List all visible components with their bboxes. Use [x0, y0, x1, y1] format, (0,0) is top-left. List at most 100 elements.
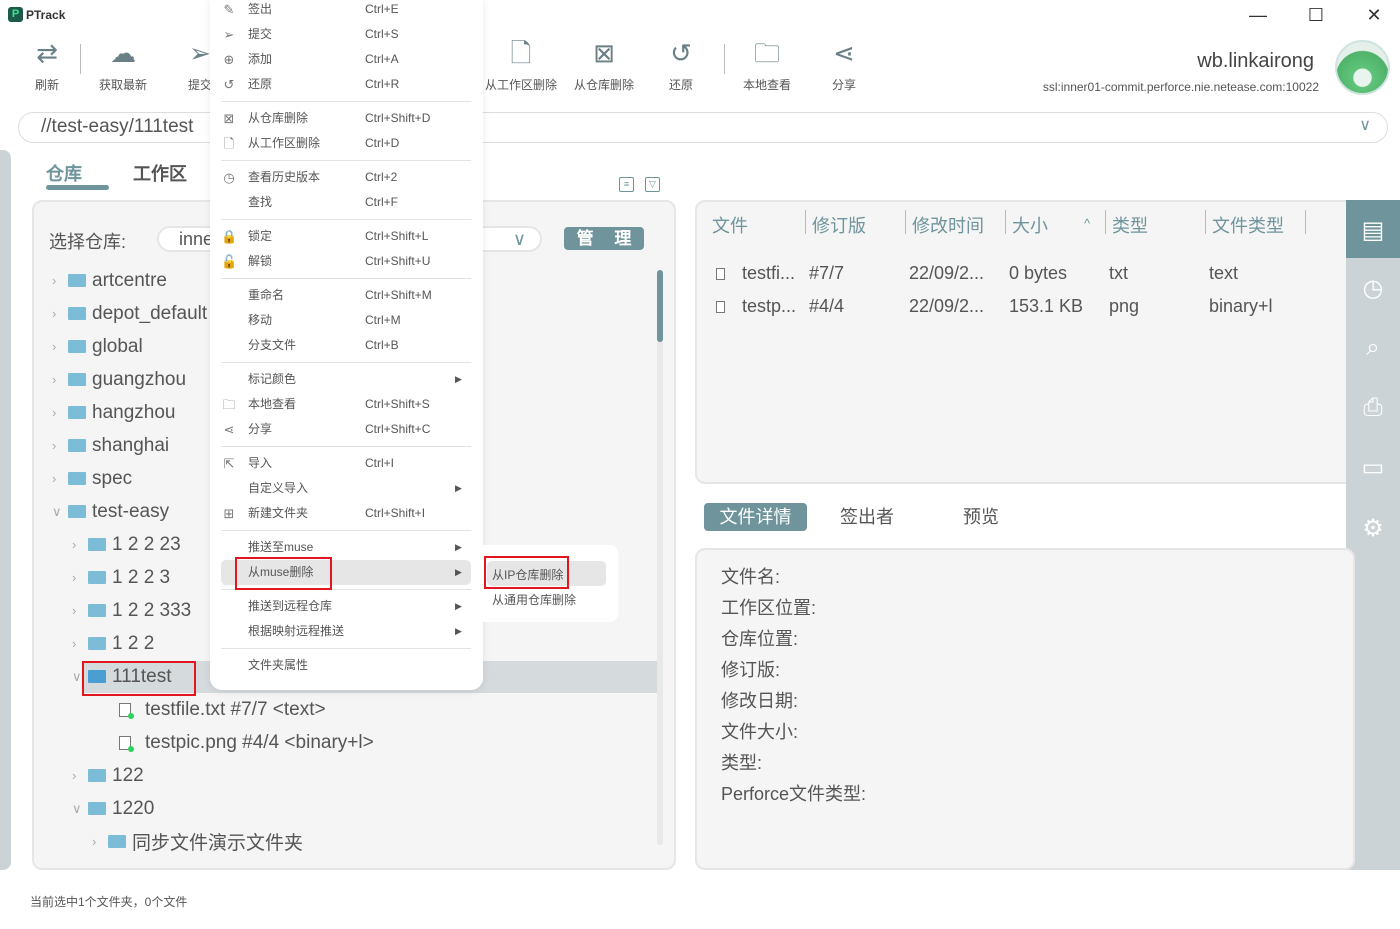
history-icon[interactable]: ◷	[1346, 274, 1400, 303]
menu-item[interactable]: ↺ 还原 Ctrl+R	[210, 72, 483, 97]
maximize-button[interactable]: ☐	[1304, 4, 1328, 26]
column-header[interactable]: 文件	[712, 212, 748, 238]
tree-row[interactable]: › global	[52, 330, 143, 363]
tree-row[interactable]: › hangzhou	[52, 396, 175, 429]
menu-item[interactable]: ⊠ 从仓库删除 Ctrl+Shift+D	[210, 106, 483, 131]
menu-item[interactable]: ➢ 提交 Ctrl+S	[210, 22, 483, 47]
close-button[interactable]: ✕	[1362, 4, 1386, 26]
tree-row[interactable]: ∨ test-easy	[52, 495, 169, 528]
menu-item[interactable]: ⊕ 添加 Ctrl+A	[210, 47, 483, 72]
settings-icon[interactable]: ⚙	[1346, 514, 1400, 543]
menu-item[interactable]: 🗋 从工作区删除 Ctrl+D	[210, 131, 483, 156]
column-header[interactable]: 文件类型	[1212, 212, 1284, 238]
table-cell[interactable]: png	[1109, 296, 1139, 317]
table-cell[interactable]: testp...	[742, 296, 796, 317]
chevron-down-icon[interactable]: ∨	[1359, 115, 1371, 135]
column-header[interactable]: 修改时间	[912, 212, 984, 238]
search-icon[interactable]: ⌕	[1346, 334, 1400, 362]
list-view-icon[interactable]: ≡	[619, 177, 634, 192]
chevron-right-icon[interactable]: ›	[72, 768, 88, 783]
table-cell[interactable]: text	[1209, 263, 1238, 284]
table-cell[interactable]: 22/09/2...	[909, 263, 984, 284]
menu-item[interactable]: 根据映射远程推送 ▶	[210, 619, 483, 644]
chevron-right-icon[interactable]: ›	[52, 471, 68, 486]
chevron-right-icon[interactable]: ›	[72, 570, 88, 585]
filter-icon[interactable]: ▽	[645, 177, 660, 192]
table-cell[interactable]: txt	[1109, 263, 1128, 284]
toolbar-button[interactable]: ⇄ 刷新	[8, 36, 86, 93]
table-cell[interactable]: 153.1 KB	[1009, 296, 1083, 317]
chevron-down-icon[interactable]: ∨	[72, 801, 88, 817]
menu-item[interactable]: 重命名 Ctrl+Shift+M	[210, 283, 483, 308]
menu-item[interactable]: ⇱ 导入 Ctrl+I	[210, 451, 483, 476]
tree-row[interactable]: › depot_default	[52, 297, 207, 330]
toolbar-button[interactable]: 🗀 本地查看	[728, 36, 806, 93]
column-divider[interactable]	[805, 210, 806, 234]
menu-item[interactable]: 🔒 锁定 Ctrl+Shift+L	[210, 224, 483, 249]
chevron-right-icon[interactable]: ›	[72, 537, 88, 552]
tree-row[interactable]: › guangzhou	[52, 363, 186, 396]
column-header[interactable]: 大小	[1012, 212, 1048, 238]
avatar[interactable]	[1335, 40, 1390, 95]
menu-item[interactable]: 🔓 解锁 Ctrl+Shift+U	[210, 249, 483, 274]
table-cell[interactable]: #4/4	[809, 296, 844, 317]
chevron-right-icon[interactable]: ›	[52, 372, 68, 387]
tree-row[interactable]: ∨ 1220	[72, 792, 154, 825]
chevron-right-icon[interactable]: ›	[52, 306, 68, 321]
tab-file-details[interactable]: 文件详情	[704, 503, 807, 531]
tree-scrollbar-thumb[interactable]	[657, 270, 663, 342]
menu-item[interactable]: 移动 Ctrl+M	[210, 308, 483, 333]
stamp-icon[interactable]: ⎙	[1346, 394, 1400, 422]
chevron-right-icon[interactable]: ›	[52, 339, 68, 354]
column-divider[interactable]	[1305, 210, 1306, 234]
tree-row[interactable]: › spec	[52, 462, 132, 495]
tree-row[interactable]: › 1 2 2	[72, 627, 154, 660]
left-collapse-strip[interactable]	[0, 150, 11, 870]
toolbar-button[interactable]: 🗋 从工作区删除	[482, 36, 560, 93]
table-cell[interactable]: #7/7	[809, 263, 844, 284]
tree-row[interactable]: › 1 2 2 3	[72, 561, 170, 594]
menu-item[interactable]: ✎ 签出 Ctrl+E	[210, 0, 483, 22]
chevron-right-icon[interactable]: ›	[92, 834, 108, 849]
chevron-right-icon[interactable]: ›	[72, 603, 88, 618]
table-cell[interactable]: 0 bytes	[1009, 263, 1067, 284]
tab-depot[interactable]: 仓库	[46, 160, 82, 186]
table-cell[interactable]: testfi...	[742, 263, 795, 284]
table-cell[interactable]: binary+l	[1209, 296, 1273, 317]
column-divider[interactable]	[905, 210, 906, 234]
monitor-icon[interactable]: ▭	[1346, 453, 1400, 482]
menu-item[interactable]: 推送到远程仓库 ▶	[210, 594, 483, 619]
tab-preview[interactable]: 预览	[963, 503, 999, 531]
manage-button[interactable]: 管 理	[564, 227, 644, 250]
tree-row[interactable]: › shanghai	[52, 429, 169, 462]
toolbar-button[interactable]: ⊠ 从仓库删除	[565, 36, 643, 93]
menu-item[interactable]: 文件夹属性	[210, 653, 483, 678]
menu-item[interactable]: 🗀 本地查看 Ctrl+Shift+S	[210, 392, 483, 417]
toolbar-button[interactable]: ⋖ 分享	[805, 36, 883, 93]
chevron-right-icon[interactable]: ›	[52, 273, 68, 288]
menu-item[interactable]: 标记颜色 ▶	[210, 367, 483, 392]
menu-item-delete-from-common-depot[interactable]: 从通用仓库删除	[492, 591, 576, 608]
chevron-right-icon[interactable]: ›	[52, 438, 68, 453]
tree-row[interactable]: › 1 2 2 23	[72, 528, 181, 561]
tree-row[interactable]: › 1 2 2 333	[72, 594, 191, 627]
tree-row[interactable]: testpic.png #4/4 <binary+l>	[119, 726, 374, 759]
column-header[interactable]: 修订版	[812, 212, 866, 238]
menu-item[interactable]: 分支文件 Ctrl+B	[210, 333, 483, 358]
tree-scrollbar[interactable]	[657, 270, 663, 845]
table-cell[interactable]: 22/09/2...	[909, 296, 984, 317]
tree-row[interactable]: › 122	[72, 759, 144, 792]
menu-item[interactable]: 自定义导入 ▶	[210, 476, 483, 501]
menu-item[interactable]: ◷ 查看历史版本 Ctrl+2	[210, 165, 483, 190]
menu-item[interactable]: 查找 Ctrl+F	[210, 190, 483, 215]
tab-workspace[interactable]: 工作区	[133, 160, 187, 186]
column-divider[interactable]	[1105, 210, 1106, 234]
menu-item[interactable]: ⊞ 新建文件夹 Ctrl+Shift+I	[210, 501, 483, 526]
chevron-right-icon[interactable]: ›	[72, 636, 88, 651]
file-list-icon[interactable]: ▤	[1346, 216, 1400, 245]
menu-item[interactable]: ⋖ 分享 Ctrl+Shift+C	[210, 417, 483, 442]
toolbar-button[interactable]: ☁ 获取最新	[84, 36, 162, 93]
toolbar-button[interactable]: ↺ 还原	[642, 36, 720, 93]
column-header[interactable]: 类型	[1112, 212, 1148, 238]
minimize-button[interactable]: —	[1246, 4, 1270, 26]
